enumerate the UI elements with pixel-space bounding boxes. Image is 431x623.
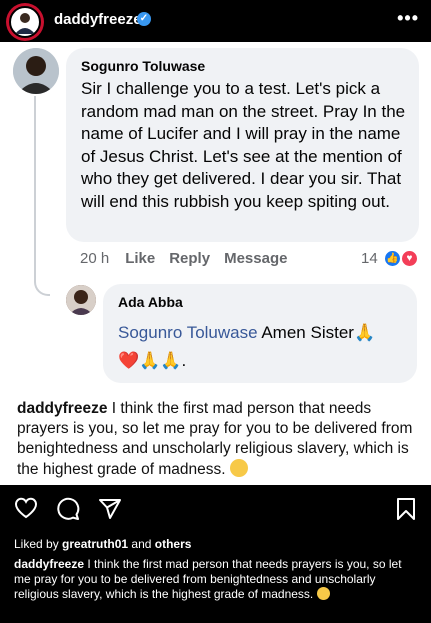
praying-hands-icon: 🙏🙏 bbox=[139, 351, 182, 370]
header-username[interactable]: daddyfreeze bbox=[54, 11, 142, 28]
liked-by-user[interactable]: greatruth01 bbox=[62, 537, 128, 551]
image-caption-username: daddyfreeze bbox=[17, 400, 108, 417]
heart-icon[interactable] bbox=[14, 497, 38, 519]
reply-author: Ada Abba bbox=[118, 294, 183, 310]
person-icon bbox=[13, 48, 59, 94]
person-icon bbox=[66, 285, 96, 315]
reply-tag: Sogunro Toluwase bbox=[118, 323, 258, 342]
more-options-icon[interactable]: ••• bbox=[397, 8, 419, 29]
avatar-image bbox=[9, 6, 41, 38]
comment-actions: 20 h Like Reply Message bbox=[80, 250, 301, 267]
likes-prefix: Liked by bbox=[14, 537, 63, 551]
likes-summary[interactable]: Liked by greatruth01 and others bbox=[14, 537, 191, 551]
reply-trailing: . bbox=[181, 351, 187, 370]
likes-middle: and bbox=[128, 537, 155, 551]
reply-bubble: Ada Abba Sogunro Toluwase Amen Sister🙏 ❤… bbox=[103, 284, 417, 383]
reply-text: Sogunro Toluwase Amen Sister🙏 ❤️🙏🙏. bbox=[118, 319, 408, 375]
reaction-count: 14 bbox=[361, 250, 378, 267]
comment-icon[interactable] bbox=[56, 497, 80, 521]
comment-bubble: Sogunro Toluwase Sir I challenge you to … bbox=[66, 48, 419, 242]
profile-avatar[interactable] bbox=[6, 3, 44, 41]
flushed-face-icon bbox=[229, 459, 248, 477]
post-caption: daddyfreeze I think the first mad person… bbox=[14, 557, 418, 602]
love-reaction-icon: ♥ bbox=[400, 249, 419, 268]
comment-text: Sir I challenge you to a test. Let's pic… bbox=[81, 79, 406, 211]
commenter-avatar bbox=[13, 48, 59, 94]
share-icon[interactable] bbox=[98, 497, 122, 521]
comment-reply-label: Reply bbox=[169, 250, 211, 267]
comment-author: Sogunro Toluwase bbox=[81, 58, 206, 74]
red-heart-icon: ❤️ bbox=[118, 351, 140, 370]
image-caption: daddyfreeze I think the first mad person… bbox=[17, 399, 417, 480]
post-header: daddyfreeze ✓ ••• bbox=[0, 0, 431, 42]
bookmark-icon[interactable] bbox=[396, 497, 416, 521]
comment-message-label: Message bbox=[224, 250, 288, 267]
comment-time: 20 h bbox=[80, 250, 110, 267]
comment-like-label: Like bbox=[125, 250, 156, 267]
verified-badge-icon: ✓ bbox=[137, 12, 151, 26]
reply-body: Amen Sister bbox=[257, 323, 354, 342]
person-icon bbox=[15, 13, 35, 34]
liked-by-others[interactable]: others bbox=[155, 537, 192, 551]
praying-hands-icon: 🙏 bbox=[353, 323, 376, 342]
flushed-face-icon bbox=[316, 587, 330, 600]
action-bar bbox=[0, 485, 431, 533]
reply-avatar bbox=[66, 285, 96, 315]
caption-username[interactable]: daddyfreeze bbox=[14, 557, 84, 571]
reply-thread-line bbox=[34, 96, 50, 296]
post-image[interactable]: Sogunro Toluwase Sir I challenge you to … bbox=[0, 42, 431, 485]
